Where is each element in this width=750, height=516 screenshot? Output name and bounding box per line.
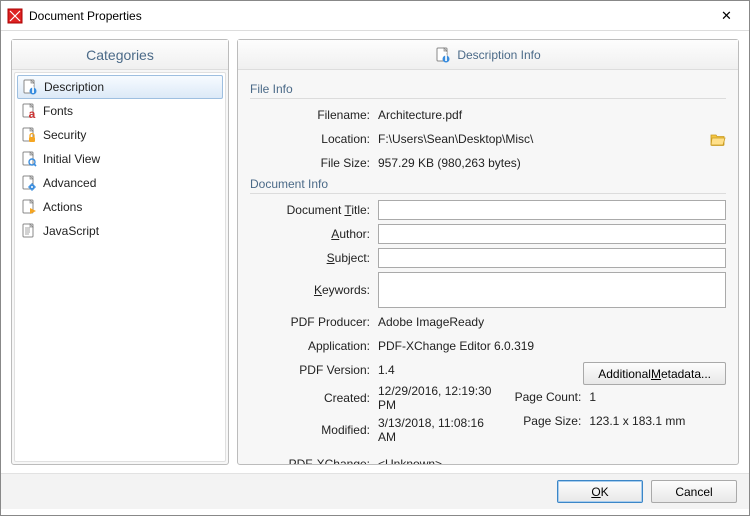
svg-text:a: a (29, 107, 36, 119)
created-value: 12/29/2016, 12:19:30 PM (378, 384, 499, 412)
doc-info-icon: i (22, 79, 38, 95)
ok-button[interactable]: OK (557, 480, 643, 503)
cancel-button[interactable]: Cancel (651, 480, 737, 503)
window-title: Document Properties (29, 9, 704, 23)
sidebar-item-label: Actions (43, 200, 82, 214)
pagecount-value: 1 (589, 390, 726, 404)
pagecount-label: Page Count: (499, 390, 589, 404)
footer: OK Cancel (1, 473, 749, 509)
sidebar-item-actions[interactable]: Actions (17, 195, 223, 219)
producer-label: PDF Producer: (250, 315, 378, 329)
keywords-input[interactable] (378, 272, 726, 308)
svg-text:i: i (445, 50, 448, 63)
modified-value: 3/13/2018, 11:08:16 AM (378, 416, 499, 444)
main-header-label: Description Info (457, 48, 540, 62)
sidebar-list: i Description a Fonts Security Initial V… (14, 72, 226, 462)
filename-label: Filename: (250, 108, 378, 122)
sidebar-item-label: Description (44, 80, 104, 94)
javascript-icon (21, 223, 37, 239)
filesize-label: File Size: (250, 156, 378, 170)
version-value: 1.4 (378, 363, 499, 377)
main-header: i Description Info (238, 40, 738, 70)
sidebar-item-fonts[interactable]: a Fonts (17, 99, 223, 123)
file-info-section: File Info (250, 82, 726, 99)
pagesize-value: 123.1 x 183.1 mm (589, 414, 726, 428)
application-label: Application: (250, 339, 378, 353)
additional-metadata-button[interactable]: Additional Metadata... (583, 362, 726, 385)
subject-input[interactable] (378, 248, 726, 268)
sidebar-panel: Categories i Description a Fonts Securit… (11, 39, 229, 465)
actions-icon (21, 199, 37, 215)
doc-title-label: Document Title: (250, 203, 378, 217)
folder-open-icon[interactable] (710, 132, 726, 146)
sidebar-item-label: Advanced (43, 176, 96, 190)
advanced-icon (21, 175, 37, 191)
location-value: F:\Users\Sean\Desktop\Misc\ (378, 132, 726, 146)
doc-title-input[interactable] (378, 200, 726, 220)
author-label: Author: (250, 227, 378, 241)
sidebar-item-label: Security (43, 128, 86, 142)
document-info-section: Document Info (250, 177, 726, 194)
app-icon (7, 8, 23, 24)
main-panel: i Description Info File Info Filename:Ar… (237, 39, 739, 465)
close-button[interactable]: ✕ (704, 1, 749, 30)
sidebar-item-label: Fonts (43, 104, 73, 118)
modified-label: Modified: (250, 423, 378, 437)
pdfxchange-label: PDF-XChange: (250, 457, 378, 464)
security-icon (21, 127, 37, 143)
pagesize-label: Page Size: (499, 414, 589, 428)
producer-value: Adobe ImageReady (378, 315, 726, 329)
author-input[interactable] (378, 224, 726, 244)
keywords-label: Keywords: (250, 283, 378, 297)
initial-view-icon (21, 151, 37, 167)
svg-text:i: i (31, 82, 34, 95)
sidebar-item-initial-view[interactable]: Initial View (17, 147, 223, 171)
created-label: Created: (250, 391, 378, 405)
sidebar-item-description[interactable]: i Description (17, 75, 223, 99)
application-value: PDF-XChange Editor 6.0.319 (378, 339, 726, 353)
sidebar-item-label: JavaScript (43, 224, 99, 238)
fonts-icon: a (21, 103, 37, 119)
subject-label: Subject: (250, 251, 378, 265)
sidebar-item-advanced[interactable]: Advanced (17, 171, 223, 195)
pdfxchange-value: <Unknown> (378, 457, 726, 464)
version-label: PDF Version: (250, 363, 378, 377)
doc-info-icon: i (435, 47, 451, 63)
sidebar-item-label: Initial View (43, 152, 100, 166)
sidebar-item-security[interactable]: Security (17, 123, 223, 147)
titlebar: Document Properties ✕ (1, 1, 749, 31)
location-label: Location: (250, 132, 378, 146)
sidebar-header: Categories (12, 40, 228, 70)
sidebar-item-javascript[interactable]: JavaScript (17, 219, 223, 243)
filename-value: Architecture.pdf (378, 108, 726, 122)
filesize-value: 957.29 KB (980,263 bytes) (378, 156, 726, 170)
